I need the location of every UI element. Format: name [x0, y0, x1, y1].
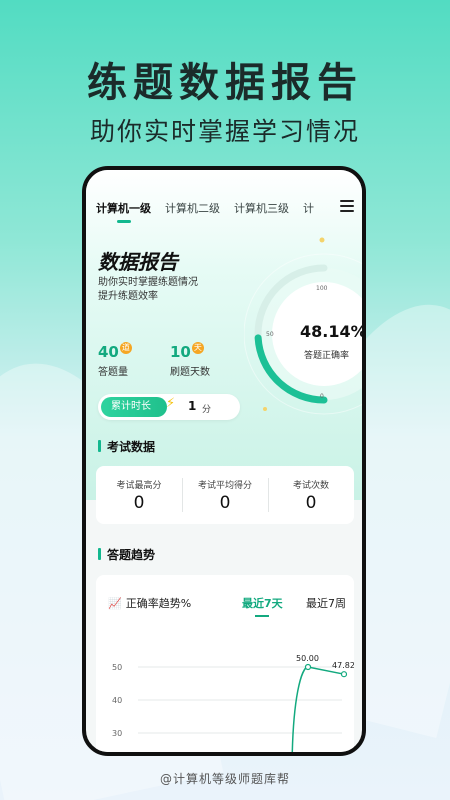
report-description-line1: 助你实时掌握练题情况 [98, 277, 198, 288]
promo-subline: 助你实时掌握学习情况 [89, 117, 360, 146]
tab-level-4[interactable]: 计 [303, 200, 314, 216]
exam-highest-value: 0 [133, 493, 145, 513]
practice-days-value: 10 [170, 343, 191, 361]
trend-point [304, 663, 312, 671]
gauge-tick-100: 100 [316, 285, 328, 292]
phone-frame: 计算机一级 计算机二级 计算机三级 计 数据报告 助你实时掌握练题情况 提升练题… [82, 166, 366, 756]
days-unit-badge: 天 [191, 342, 204, 354]
footer-credit: @计算机等级师题库帮 [159, 772, 290, 786]
exam-average-value: 0 [219, 493, 231, 513]
promo-headline: 练题数据报告 [87, 60, 363, 106]
trend-line [291, 666, 345, 752]
trend-chart-title-text: 正确率趋势% [125, 597, 192, 610]
exam-average-label: 考试平均得分 [197, 481, 252, 491]
exam-data-card: 考试最高分 0 考试平均得分 0 考试次数 0 [96, 466, 354, 524]
practice-days-label: 刷题天数 [170, 367, 210, 378]
stat-question-count: 40 道 答题量 [98, 342, 132, 378]
tab-level-2[interactable]: 计算机二级 [165, 200, 220, 216]
tab-last-7-days[interactable]: 最近7天 [242, 595, 283, 617]
exam-highest-score: 考试最高分 0 [96, 466, 182, 524]
question-unit-badge: 道 [119, 342, 132, 354]
exam-section-title: 考试数据 [98, 438, 155, 455]
trend-chart-title: 📈 正确率趋势% [108, 595, 191, 611]
exam-count: 考试次数 0 [268, 466, 354, 524]
study-time-tag: 累计时长 [101, 397, 167, 417]
exam-highest-label: 考试最高分 [116, 481, 162, 491]
accuracy-label: 答题正确率 [304, 351, 350, 361]
y-tick-label: 40 [112, 696, 122, 705]
accuracy-value: 48.14% [300, 322, 366, 341]
exam-average-score: 考试平均得分 0 [182, 466, 268, 524]
gauge-tick-0: 0 [320, 393, 324, 400]
y-tick-label: 50 [112, 663, 122, 672]
menu-icon[interactable] [340, 200, 354, 212]
study-time-unit: 分 [202, 405, 212, 415]
question-count-value: 40 [98, 343, 119, 361]
trend-card: 📈 正确率趋势% 最近7天 最近7周 50 40 30 50.00 47.82 [96, 575, 354, 752]
tab-level-3[interactable]: 计算机三级 [234, 200, 289, 216]
tab-level-1[interactable]: 计算机一级 [96, 200, 151, 223]
trend-point [340, 671, 348, 678]
accuracy-trend-chart: 50 40 30 50.00 47.82 [112, 654, 354, 752]
report-title: 数据报告 [98, 250, 178, 274]
report-description-line2: 提升练题效率 [98, 291, 158, 302]
tab-last-7-weeks[interactable]: 最近7周 [306, 595, 346, 611]
exam-count-value: 0 [305, 493, 317, 513]
study-time-value: 1 [188, 399, 197, 413]
report-description: 助你实时掌握练题情况 提升练题效率 [98, 276, 198, 304]
exam-count-label: 考试次数 [292, 481, 329, 491]
trend-section-title: 答题趋势 [98, 546, 155, 563]
level-tabs: 计算机一级 计算机二级 计算机三级 计 [96, 196, 354, 223]
gauge-tick-50: 50 [266, 331, 274, 338]
trend-point-label: 47.82 [332, 661, 354, 670]
question-count-label: 答题量 [98, 367, 128, 378]
trend-point-label: 50.00 [296, 654, 319, 663]
study-time-pill: 累计时长 ⚡ 1 分 [98, 394, 240, 420]
line-chart-icon: 📈 [108, 597, 122, 610]
stat-practice-days: 10 天 刷题天数 [170, 342, 210, 378]
y-tick-label: 30 [112, 729, 122, 738]
lightning-icon: ⚡ [166, 396, 176, 411]
